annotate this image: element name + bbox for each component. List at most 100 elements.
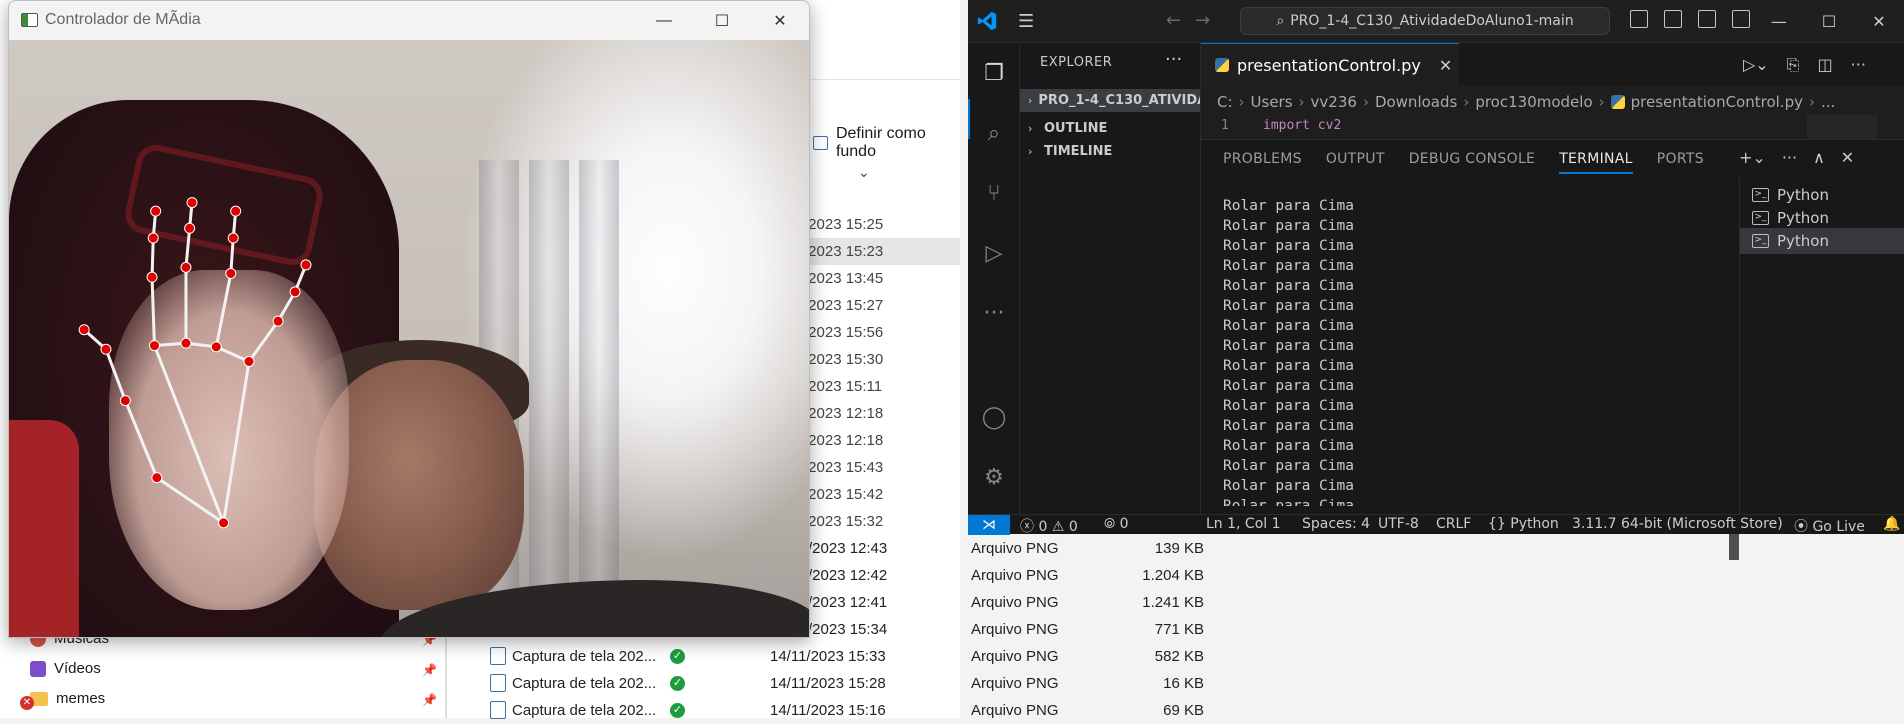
pin-icon[interactable]: 📌 — [422, 693, 437, 707]
vscode-maximize-button[interactable]: ☐ — [1804, 0, 1854, 43]
terminal-instance[interactable]: >_ Python — [1740, 228, 1904, 254]
remote-indicator[interactable]: ⋊ — [968, 515, 1010, 535]
breadcrumb-item[interactable]: Users — [1251, 93, 1293, 111]
run-debug-icon[interactable]: ▷ — [980, 239, 1008, 267]
section-outline[interactable]: › OUTLINE — [1020, 117, 1200, 140]
minimize-button[interactable]: — — [635, 1, 693, 40]
list-item[interactable]: /2023 15:11 — [800, 373, 960, 400]
go-live-button[interactable]: ⦿ Go Live — [1794, 516, 1865, 536]
list-item[interactable]: /2023 12:18 — [800, 400, 960, 427]
sidebar-item-videos[interactable]: Vídeos — [30, 660, 101, 677]
toggle-secondary-sidebar-icon[interactable] — [1698, 10, 1716, 28]
python-interpreter[interactable]: 3.11.7 64-bit (Microsoft Store) — [1572, 516, 1783, 532]
chevron-down-icon[interactable]: ⌄ — [858, 164, 870, 181]
close-button[interactable]: ✕ — [751, 1, 809, 40]
terminal-label: Python — [1777, 186, 1829, 204]
chevron-right-icon: › — [1028, 122, 1033, 135]
breadcrumb-item[interactable]: vv236 — [1311, 93, 1357, 111]
list-item[interactable]: /2023 15:42 — [800, 481, 960, 508]
vscode-minimize-button[interactable]: — — [1754, 0, 1804, 43]
terminal-icon: >_ — [1752, 188, 1769, 202]
more-actions-icon[interactable]: ··· — [1782, 148, 1797, 167]
app-icon — [21, 13, 38, 27]
synced-check-icon: ✓ — [670, 703, 685, 718]
terminal-scrollbar[interactable] — [1729, 532, 1739, 560]
maximize-button[interactable]: ☐ — [693, 1, 751, 40]
breadcrumb-item[interactable]: presentationControl.py — [1631, 93, 1803, 111]
sidebar-item-memes[interactable]: ✕ memes — [20, 690, 105, 710]
window-titlebar[interactable]: Controlador de MÃdia — ☐ ✕ — [9, 1, 809, 40]
maximize-panel-icon[interactable]: ∧ — [1813, 148, 1825, 167]
new-terminal-icon[interactable]: +⌄ — [1739, 148, 1766, 167]
line-endings[interactable]: CRLF — [1436, 516, 1471, 532]
chevron-right-icon: › — [1238, 93, 1245, 111]
pin-icon[interactable]: 📌 — [422, 663, 437, 677]
list-item[interactable]: /2023 15:56 — [800, 319, 960, 346]
section-project[interactable]: › PRO_1-4_C130_ATIVIDADE... — [1020, 89, 1200, 112]
close-icon[interactable]: ✕ — [1439, 56, 1452, 75]
landmark-point — [119, 395, 131, 407]
tab-debug-console[interactable]: DEBUG CONSOLE — [1409, 140, 1536, 178]
split-editor-icon[interactable]: ◫ — [1818, 55, 1833, 75]
explorer-icon[interactable]: ❐ — [980, 59, 1008, 87]
breadcrumb-item[interactable]: proc130modelo — [1475, 93, 1592, 111]
run-icon[interactable]: ▷⌄ — [1743, 55, 1769, 75]
menu-icon[interactable]: ☰ — [1018, 11, 1034, 32]
toggle-panel-icon[interactable] — [1664, 10, 1682, 28]
source-control-icon[interactable]: ⑂ — [980, 179, 1008, 207]
set-as-background-button[interactable]: Definir como fundo — [813, 125, 960, 161]
breadcrumb-item[interactable]: Downloads — [1375, 93, 1457, 111]
list-item[interactable]: /2023 15:43 — [800, 454, 960, 481]
open-changes-icon[interactable]: ⎘ — [1787, 55, 1800, 75]
section-timeline[interactable]: › TIMELINE — [1020, 140, 1200, 163]
list-item[interactable]: /2023 12:18 — [800, 427, 960, 454]
breadcrumb-item[interactable]: C: — [1217, 93, 1233, 111]
list-item[interactable]: /2023 15:32 — [800, 508, 960, 535]
more-icon[interactable]: ··· — [980, 299, 1008, 327]
problems-status[interactable]: ⓧ 0 ⚠ 0 — [1020, 516, 1078, 536]
encoding[interactable]: UTF-8 — [1378, 516, 1419, 532]
landmark-point — [230, 205, 242, 217]
list-item[interactable]: /2023 15:30 — [800, 346, 960, 373]
table-row[interactable]: Captura de tela 202... ✓ 14/11/2023 15:16 A… — [450, 697, 1210, 724]
tab-output[interactable]: OUTPUT — [1326, 140, 1385, 178]
toggle-sidebar-icon[interactable] — [1630, 10, 1648, 28]
list-item[interactable]: /2023 15:27 — [800, 292, 960, 319]
close-panel-icon[interactable]: ✕ — [1841, 148, 1854, 167]
terminal-output[interactable]: Rolar para Cima Rolar para Cima Rolar para… — [1223, 196, 1703, 506]
tab-terminal[interactable]: TERMINAL — [1559, 140, 1633, 178]
cursor-position[interactable]: Ln 1, Col 1 — [1206, 516, 1281, 532]
customize-layout-icon[interactable] — [1732, 10, 1750, 28]
command-center-search[interactable]: ⌕ PRO_1-4_C130_AtividadeDoAluno1-main — [1240, 7, 1610, 35]
ports-status[interactable]: ⦾ 0 — [1104, 516, 1129, 532]
tab-presentation-control[interactable]: presentationControl.py ✕ — [1201, 43, 1459, 86]
video-icon — [30, 660, 46, 677]
file-type: Arquivo PNG — [971, 594, 1059, 611]
notifications-bell-icon[interactable]: 🔔 — [1883, 516, 1900, 532]
more-actions-icon[interactable]: ··· — [1165, 49, 1182, 70]
minimap[interactable] — [1807, 115, 1877, 139]
table-row[interactable]: Captura de tela 202... ✓ 14/11/2023 15:28 A… — [450, 670, 1210, 697]
settings-gear-icon[interactable]: ⚙ — [980, 463, 1008, 491]
indentation[interactable]: Spaces: 4 — [1302, 516, 1370, 532]
list-item[interactable]: /2023 15:25 — [800, 211, 960, 238]
more-actions-icon[interactable]: ··· — [1851, 55, 1866, 75]
breadcrumb-item[interactable]: ... — [1821, 93, 1835, 111]
language-mode[interactable]: {} Python — [1488, 516, 1559, 532]
chevron-right-icon: › — [1298, 93, 1305, 111]
list-item[interactable]: /2023 13:45 — [800, 265, 960, 292]
search-icon[interactable]: ⌕ — [980, 119, 1008, 147]
terminal-line: Rolar para Cima — [1223, 278, 1354, 294]
file-date: 14/11/2023 15:28 — [770, 675, 886, 692]
landmark-point — [150, 205, 162, 217]
tab-problems[interactable]: PROBLEMS — [1223, 140, 1302, 178]
navigation-arrows[interactable]: ←→ — [1166, 10, 1224, 31]
account-icon[interactable]: ◯ — [980, 403, 1008, 431]
tab-ports[interactable]: PORTS — [1657, 140, 1704, 178]
list-item[interactable]: /2023 15:23 — [800, 238, 960, 265]
synced-check-icon: ✓ — [670, 676, 685, 691]
file-type: Arquivo PNG — [971, 567, 1059, 584]
vscode-close-button[interactable]: ✕ — [1854, 0, 1904, 43]
table-row[interactable]: Captura de tela 202... ✓ 14/11/2023 15:33 A… — [450, 643, 1210, 670]
code-line[interactable]: 1 import cv2 — [1201, 115, 1904, 139]
